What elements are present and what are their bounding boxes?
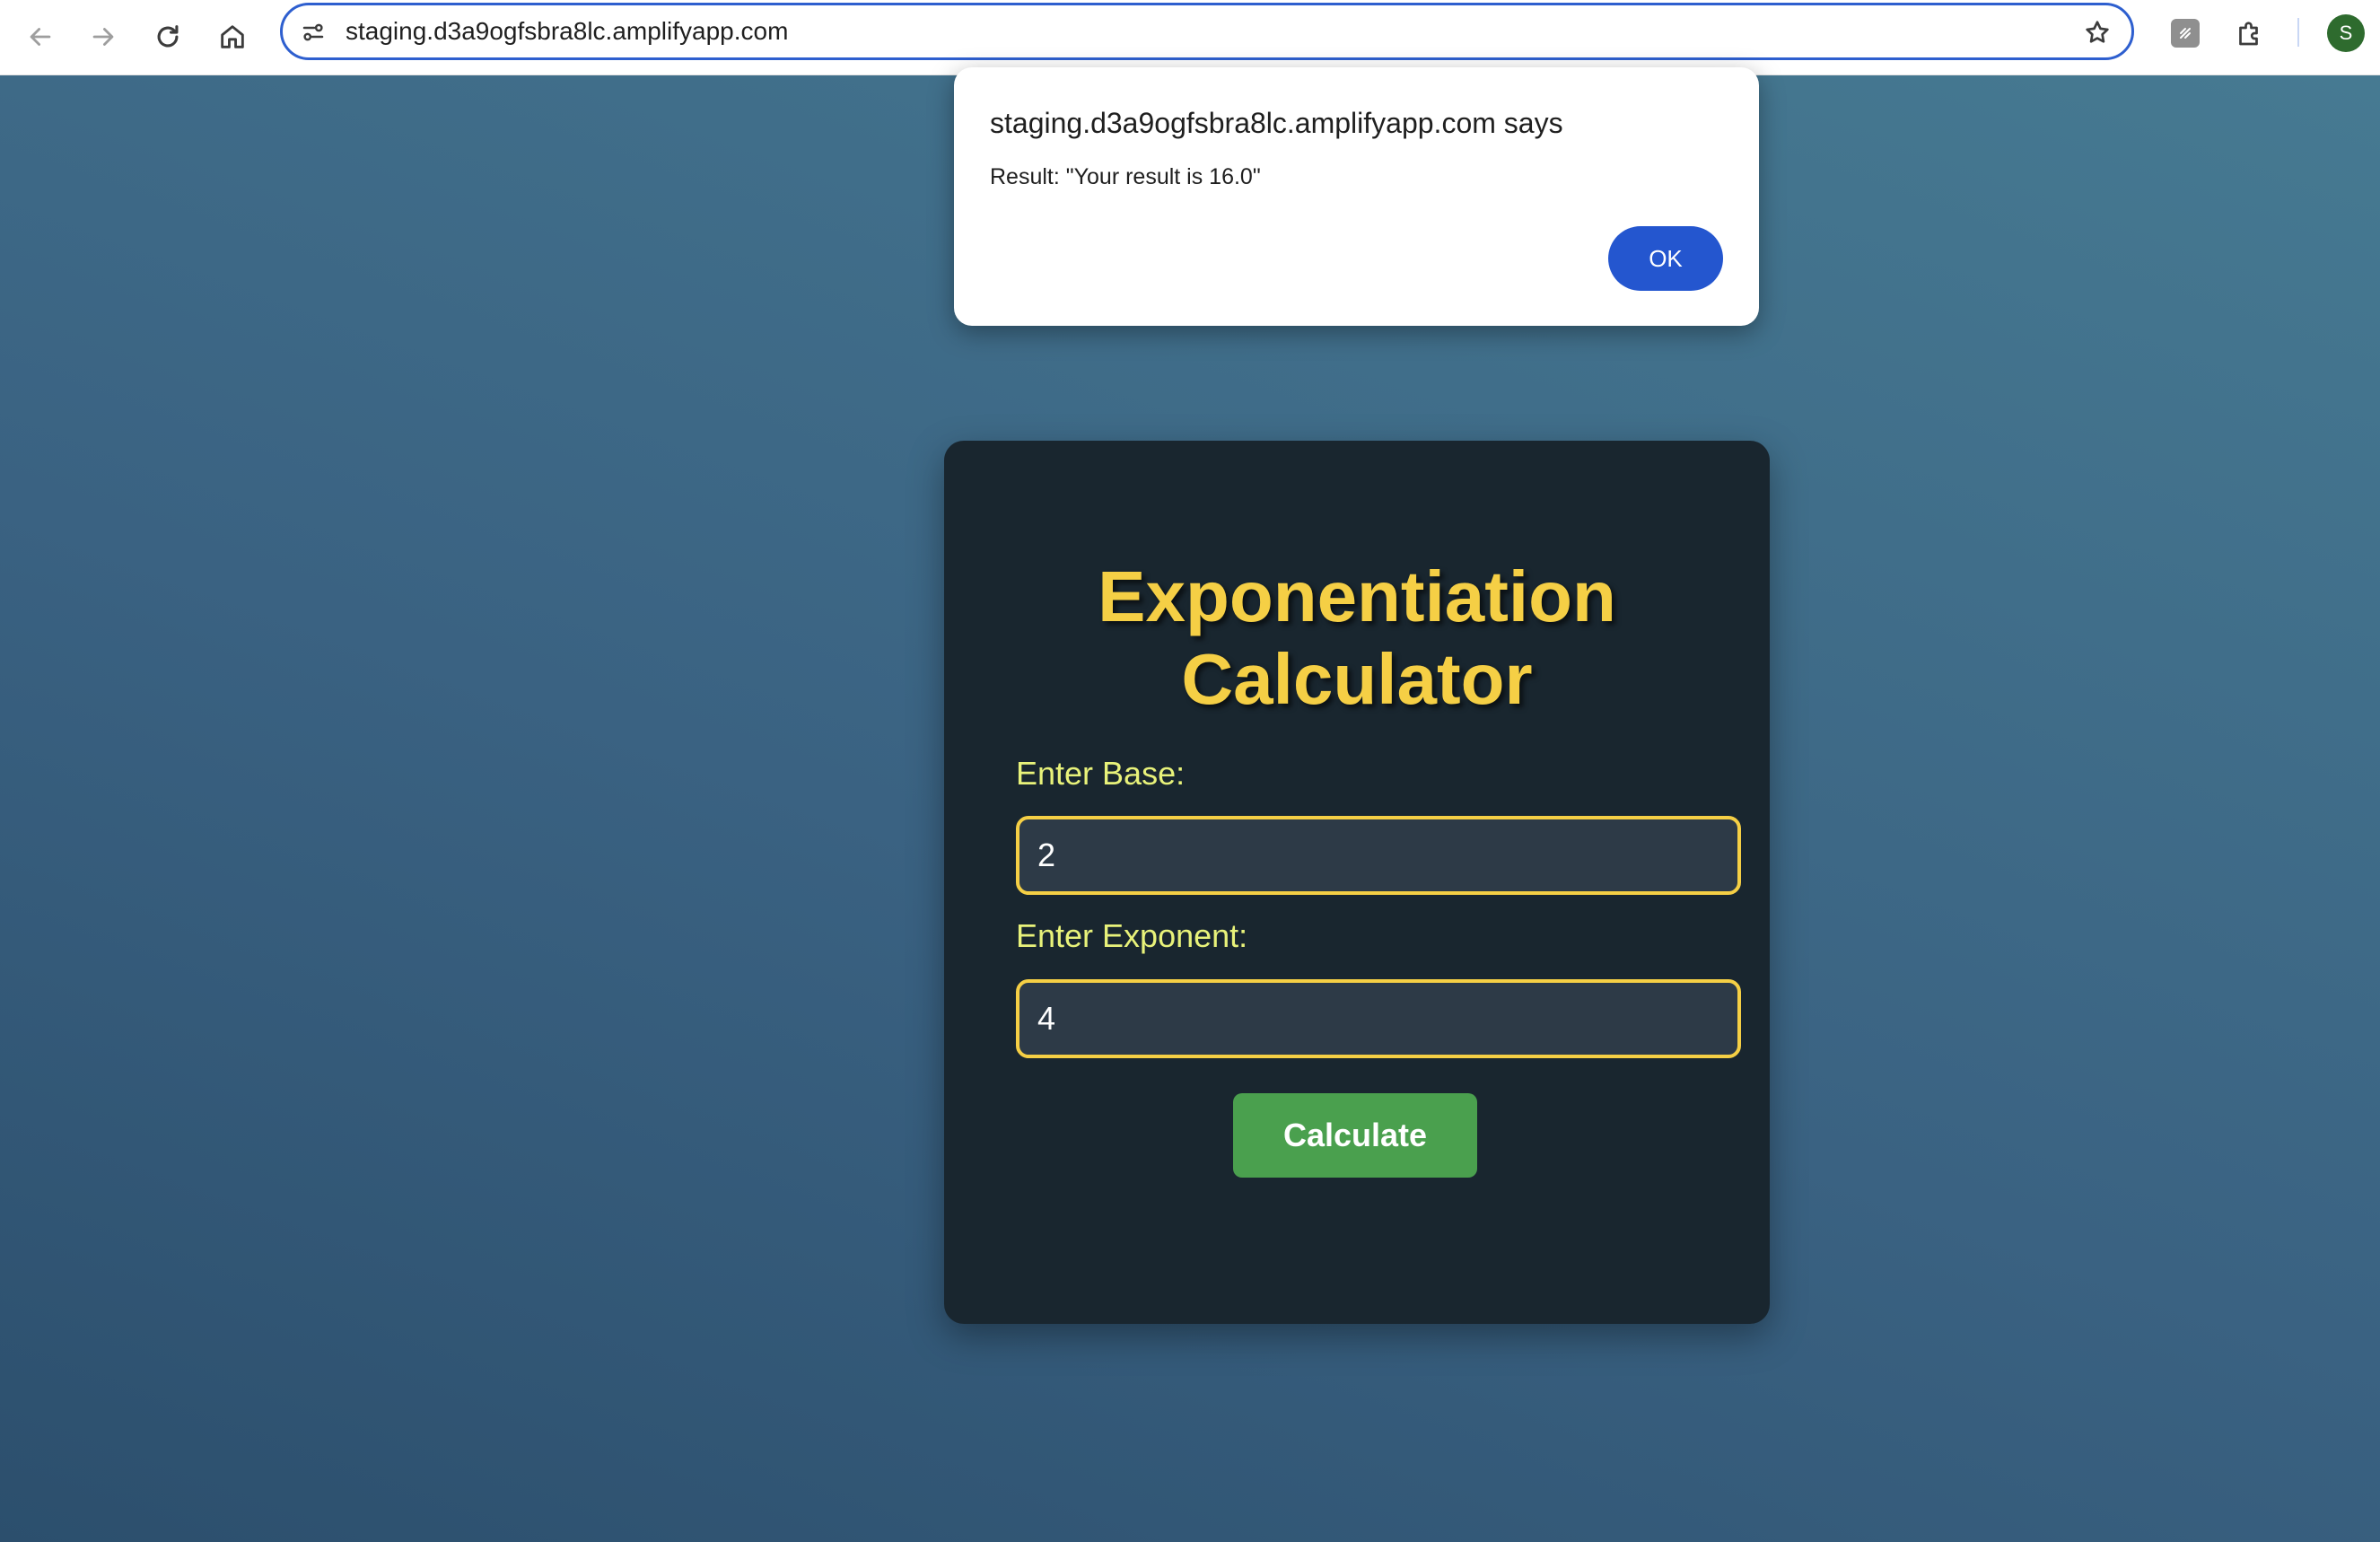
back-arrow-icon — [30, 28, 51, 46]
calculator-card: Exponentiation Calculator Enter Base: 2 … — [944, 441, 1770, 1324]
forward-button[interactable] — [81, 14, 126, 59]
forward-arrow-icon — [92, 28, 114, 46]
base-label: Enter Base: — [1016, 755, 1186, 792]
star-icon — [2086, 21, 2109, 43]
exponent-input[interactable]: 4 — [1016, 979, 1741, 1058]
extension-button[interactable] — [2165, 13, 2206, 54]
reload-icon — [157, 25, 179, 48]
dialog-message: Result: "Your result is 16.0" — [990, 164, 1261, 189]
home-button[interactable] — [210, 14, 255, 59]
home-icon — [221, 25, 244, 48]
site-info-button[interactable] — [295, 14, 331, 50]
back-button[interactable] — [18, 14, 63, 59]
dialog-title: staging.d3a9ogfsbra8lc.amplifyapp.com sa… — [990, 107, 1563, 139]
alert-dialog: staging.d3a9ogfsbra8lc.amplifyapp.com sa… — [954, 67, 1759, 326]
address-bar[interactable]: staging.d3a9ogfsbra8lc.amplifyapp.com — [280, 3, 2134, 60]
extension-icon — [2171, 19, 2200, 48]
calculate-button[interactable]: Calculate — [1233, 1093, 1477, 1178]
browser-toolbar: staging.d3a9ogfsbra8lc.amplifyapp.com S — [0, 0, 2380, 75]
reload-button[interactable] — [145, 14, 190, 59]
base-input[interactable]: 2 — [1016, 816, 1741, 895]
site-settings-icon — [302, 23, 324, 41]
bookmark-button[interactable] — [2079, 14, 2115, 50]
dialog-ok-button[interactable]: OK — [1608, 226, 1723, 291]
toolbar-divider — [2297, 18, 2299, 47]
url-text[interactable]: staging.d3a9ogfsbra8lc.amplifyapp.com — [346, 5, 788, 57]
calculator-title: Exponentiation Calculator — [1098, 556, 1616, 719]
extensions-menu-button[interactable] — [2229, 13, 2271, 54]
exponent-label: Enter Exponent: — [1016, 917, 1248, 954]
extension-puzzle-icon — [2239, 22, 2258, 46]
profile-avatar[interactable]: S — [2327, 14, 2365, 52]
